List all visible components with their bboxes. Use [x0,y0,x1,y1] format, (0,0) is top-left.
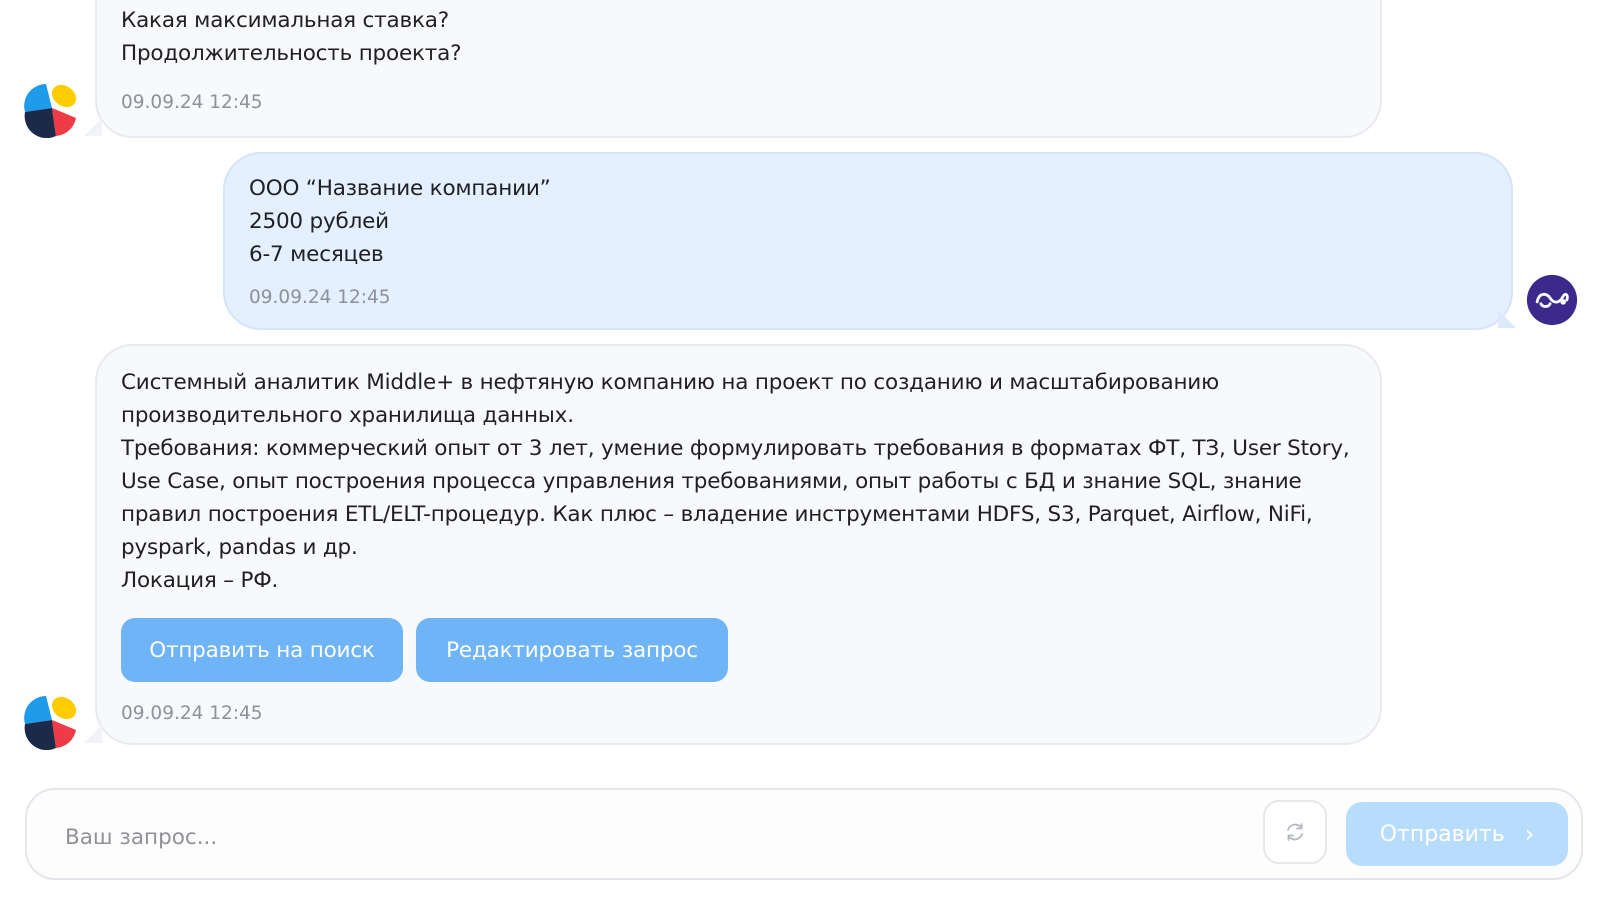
edit-request-button[interactable]: Редактировать запрос [416,618,728,682]
message-timestamp: 09.09.24 12:45 [249,287,391,308]
message-line: pyspark, pandas и др. [121,535,358,560]
message-line: правил построения ETL/ELT-процедур. Как … [121,502,1313,527]
bot-avatar-icon [24,84,77,138]
user-message: ООО “Название компании” 2500 рублей 6-7 … [223,152,1513,330]
message-line: 2500 рублей [249,209,389,234]
message-line: Требования: коммерческий опыт от 3 лет, … [121,436,1350,461]
message-line: Use Case, опыт построения процесса управ… [121,469,1302,494]
bot-message: Какая максимальная ставка? Продолжительн… [95,0,1382,138]
bubble-tail [84,118,102,136]
message-timestamp: 09.09.24 12:45 [121,703,263,724]
message-line: 6-7 месяцев [249,242,384,267]
message-timestamp: 09.09.24 12:45 [121,92,263,113]
message-line: ООО “Название компании” [249,176,551,201]
chevron-right-icon: › [1524,820,1535,848]
bot-avatar-icon [24,696,77,750]
message-line: производительного хранилища данных. [121,403,574,428]
send-button-label: Отправить [1379,821,1505,847]
bubble-tail [84,725,102,743]
message-line: Локация – РФ. [121,568,279,593]
message-line: Системный аналитик Middle+ в нефтяную ко… [121,370,1219,395]
send-button[interactable]: Отправить › [1346,802,1568,866]
bot-message: Системный аналитик Middle+ в нефтяную ко… [95,344,1382,745]
bubble-tail [1498,310,1516,328]
send-to-search-button[interactable]: Отправить на поиск [121,618,403,682]
refresh-icon [1287,823,1303,841]
user-avatar-icon[interactable] [1526,274,1578,326]
request-input[interactable] [63,814,1267,860]
reset-button[interactable] [1263,800,1327,864]
message-line: Какая максимальная ставка? [121,8,449,33]
message-line: Продолжительность проекта? [121,41,462,66]
message-composer: Отправить › [25,788,1583,880]
